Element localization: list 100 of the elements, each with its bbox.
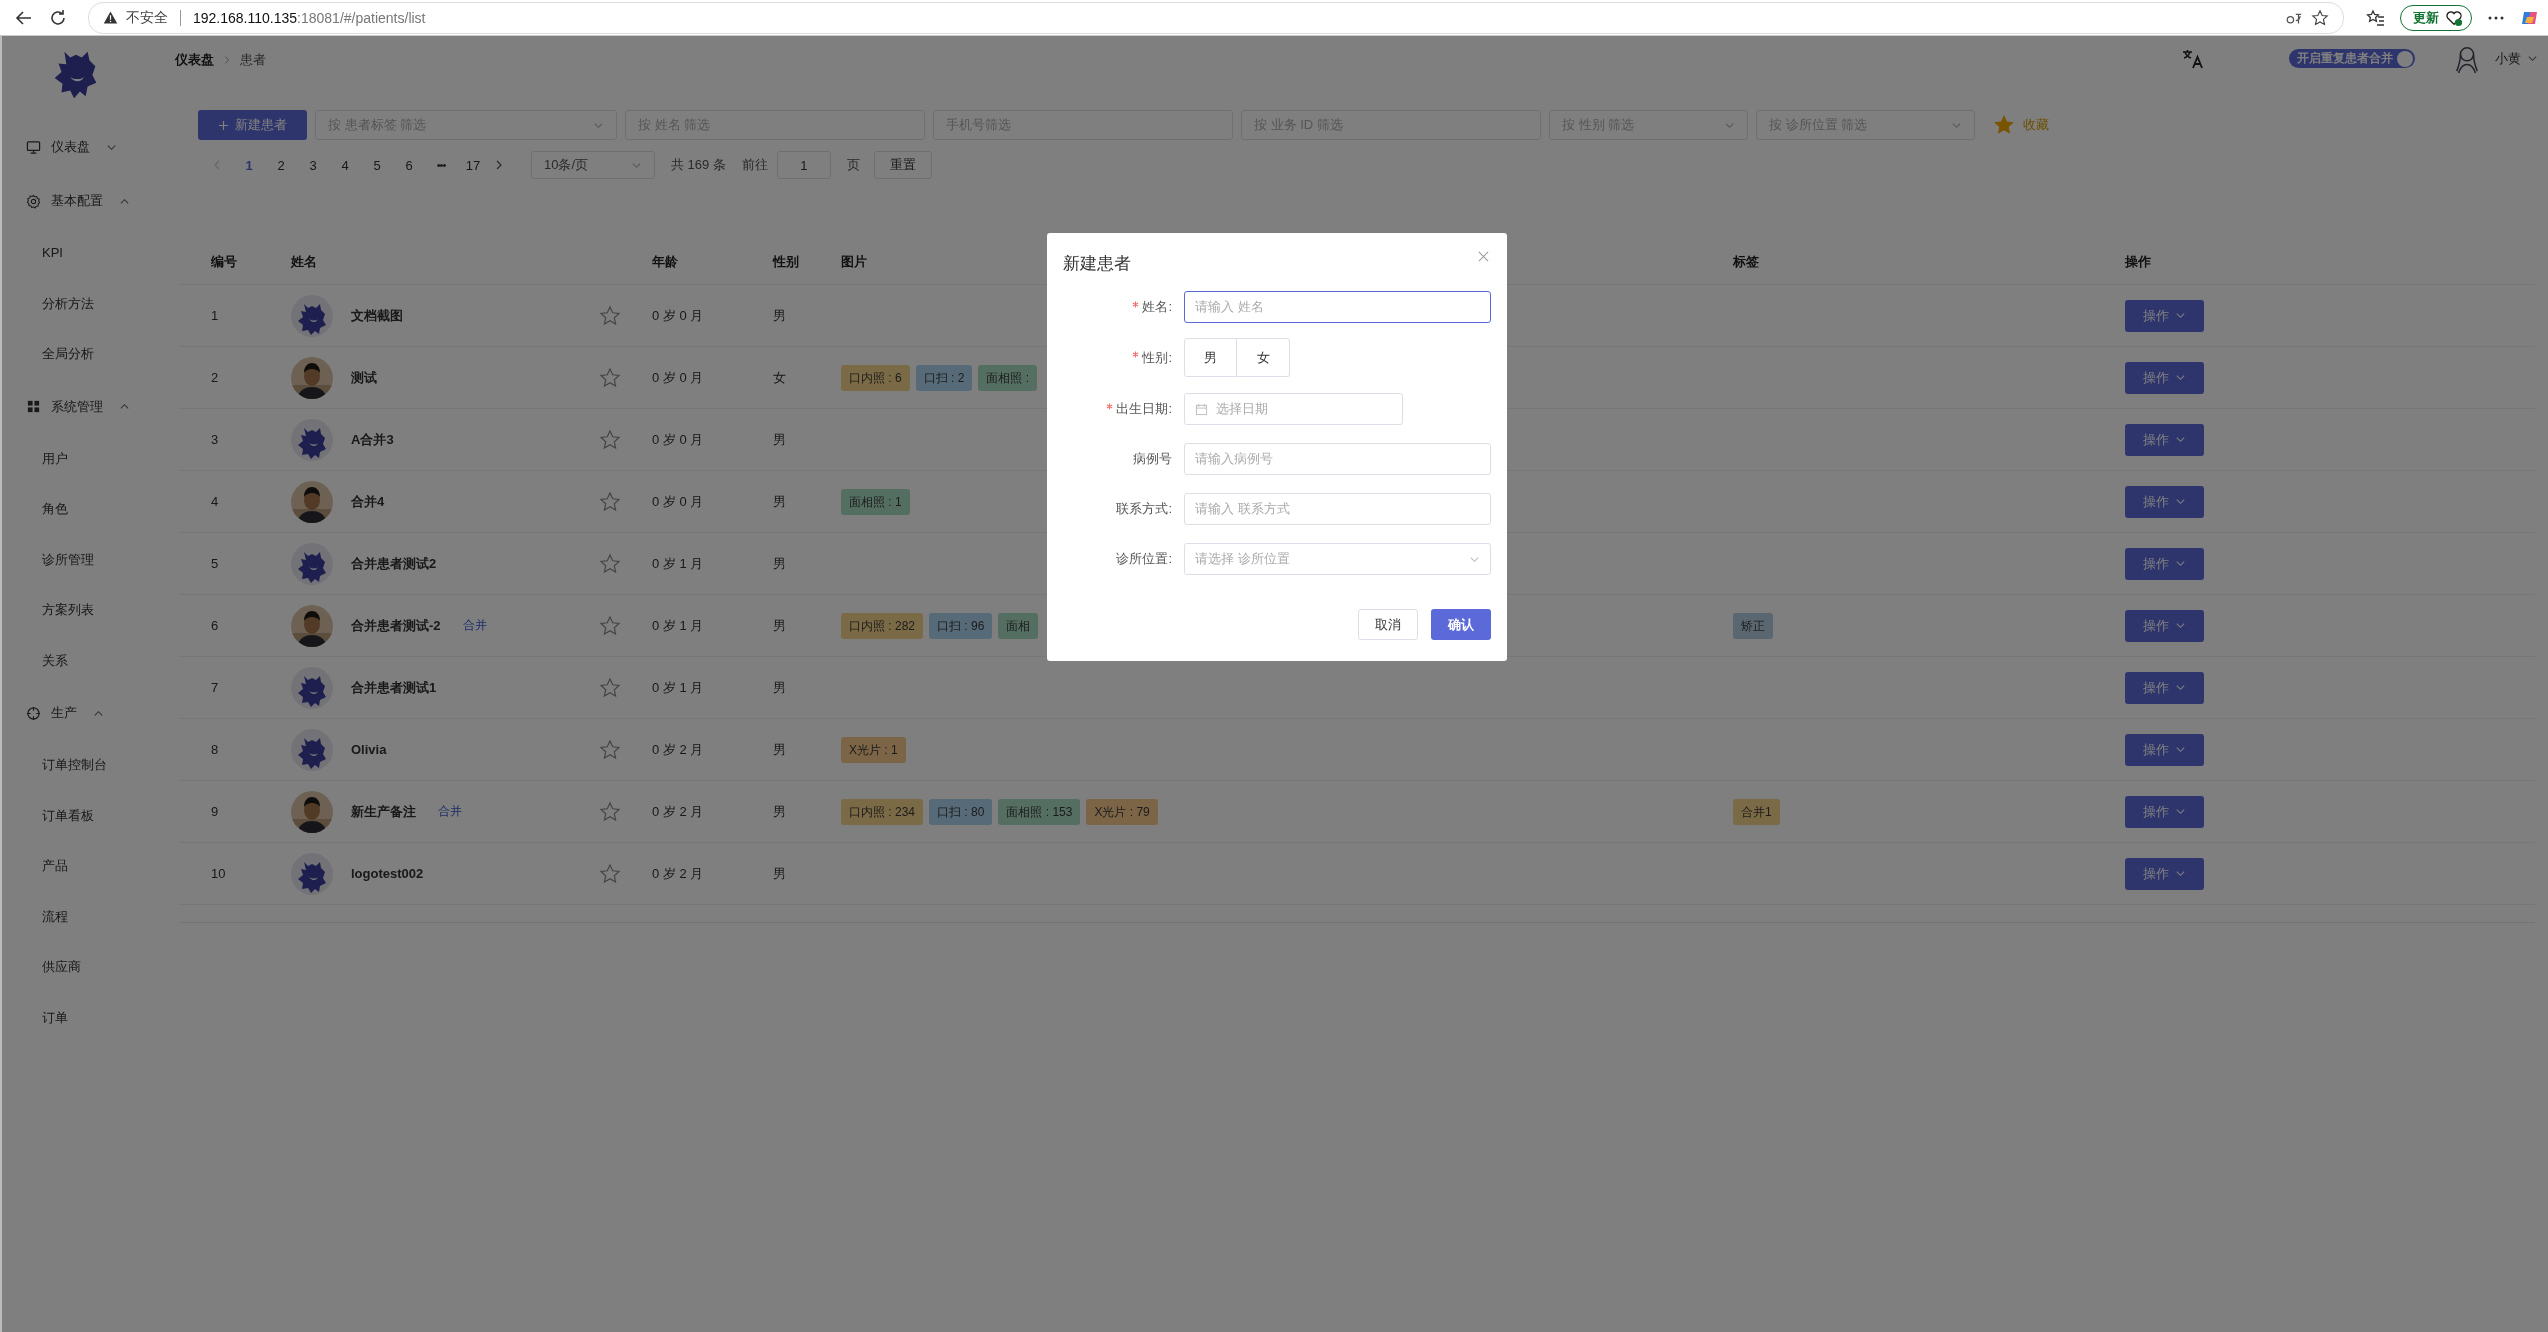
image-count-tag[interactable]: 口内照 : 6 (841, 364, 910, 391)
image-count-tag[interactable]: 面相 (998, 612, 1039, 639)
menu-group[interactable]: 仪表盘 (2, 120, 175, 174)
merge-link[interactable]: 合并 (438, 803, 462, 820)
user-name[interactable]: 小黄 (2495, 49, 2521, 68)
gender-option[interactable]: 男 (1184, 338, 1237, 377)
action-button[interactable]: 操作 (2125, 671, 2204, 704)
star-icon[interactable] (599, 738, 621, 761)
page-number[interactable]: 4 (329, 157, 361, 173)
image-count-tag[interactable]: 口扫 : 2 (915, 364, 973, 391)
image-count-tag[interactable]: 口扫 : 96 (929, 612, 993, 639)
star-icon[interactable] (599, 676, 621, 699)
menu-item[interactable]: 流程 (2, 891, 78, 942)
menu-item[interactable]: 方案列表 (2, 585, 104, 636)
input-field[interactable]: 请输入病例号 (1184, 443, 1491, 475)
favorites-icon[interactable] (2366, 7, 2386, 28)
star-icon[interactable] (599, 800, 621, 823)
page-number-field[interactable]: 1 (776, 151, 831, 179)
breadcrumb-link[interactable]: 仪表盘 (175, 50, 214, 69)
menu-group[interactable]: 系统管理 (2, 379, 175, 434)
select-field[interactable]: 请选择 诊所位置 (1184, 543, 1491, 575)
patient-name[interactable]: logotest002 (351, 866, 424, 881)
field-label: 性别: (1142, 348, 1172, 367)
menu-item[interactable]: 产品 (2, 841, 78, 892)
confirm-button[interactable]: 确认 (1431, 609, 1491, 640)
menu-item[interactable]: 订单看板 (2, 790, 104, 841)
star-icon[interactable] (599, 428, 621, 451)
image-count-tag[interactable]: X光片 : 1 (841, 736, 906, 763)
gender-option[interactable]: 女 (1237, 338, 1290, 377)
page-number[interactable]: 2 (265, 157, 297, 173)
merge-toggle-switch[interactable]: 开启重复患者合并 (2289, 49, 2415, 68)
date-field[interactable]: 选择日期 (1184, 393, 1403, 425)
action-button[interactable]: 操作 (2125, 795, 2204, 828)
chevron-down-icon[interactable] (2527, 53, 2538, 64)
menu-item[interactable]: 供应商 (2, 942, 91, 993)
page-ellipsis[interactable]: ••• (425, 159, 457, 171)
menu-item[interactable]: 分析方法 (2, 278, 104, 329)
menu-item[interactable]: 诊所管理 (2, 534, 104, 585)
menu-item[interactable]: 用户 (2, 433, 78, 484)
patient-name[interactable]: 合并4 (351, 492, 385, 511)
menu-item[interactable]: 全局分析 (2, 329, 104, 380)
update-button[interactable]: 更新 (2400, 4, 2472, 31)
action-button[interactable]: 操作 (2125, 733, 2204, 766)
menu-item[interactable]: 关系 (2, 635, 78, 686)
patient-name[interactable]: 合并患者测试-2 (351, 616, 441, 635)
cancel-button[interactable]: 取消 (1358, 609, 1418, 640)
logo-avatar-icon (291, 852, 333, 895)
image-count-tag[interactable]: 口内照 : 234 (841, 798, 924, 825)
star-icon[interactable] (599, 366, 621, 389)
chevron-down-icon (2175, 806, 2186, 817)
reload-icon[interactable] (48, 7, 68, 28)
page-number[interactable]: 5 (361, 157, 393, 173)
patient-name[interactable]: A合并3 (351, 430, 394, 449)
action-button[interactable]: 操作 (2125, 857, 2204, 890)
input-field[interactable]: 请输入 联系方式 (1184, 493, 1491, 525)
input-field[interactable]: 请输入 姓名 (1184, 291, 1491, 323)
star-icon[interactable] (2311, 8, 2329, 27)
patient-name[interactable]: 合并患者测试2 (351, 554, 437, 573)
patient-name[interactable]: Olivia (351, 742, 387, 757)
menu-item[interactable]: KPI (2, 228, 73, 279)
image-count-tag[interactable]: 面相照 : (978, 364, 1038, 391)
new-patient-button[interactable]: 新建患者 (198, 110, 307, 140)
action-button[interactable]: 操作 (2125, 299, 2204, 332)
action-button[interactable]: 操作 (2125, 485, 2204, 518)
star-icon[interactable] (599, 490, 621, 513)
star-icon[interactable] (599, 304, 621, 327)
menu-item[interactable]: 角色 (2, 484, 78, 535)
image-count-tag[interactable]: 口内照 : 282 (841, 612, 924, 639)
patient-name[interactable]: 测试 (351, 368, 377, 387)
star-icon[interactable] (599, 614, 621, 637)
image-count-tag[interactable]: 面相照 : 1 (841, 488, 910, 515)
patient-name[interactable]: 合并患者测试1 (351, 678, 437, 697)
column-header: 操作 (2125, 252, 2151, 271)
image-count-tag[interactable]: 面相照 : 153 (998, 798, 1081, 825)
action-button[interactable]: 操作 (2125, 547, 2204, 580)
close-icon[interactable] (1478, 250, 1489, 262)
image-count-tag[interactable]: X光片 : 79 (1086, 798, 1158, 825)
action-button[interactable]: 操作 (2125, 609, 2204, 642)
menu-item[interactable]: 订单 (2, 992, 78, 1043)
star-icon[interactable] (599, 862, 621, 885)
page-size-select[interactable]: 10条/页 (531, 151, 655, 179)
action-button[interactable]: 操作 (2125, 423, 2204, 456)
star-icon[interactable] (1993, 114, 2015, 136)
address-bar[interactable]: 不安全 192.168.110.135:18081/#/patients/list (88, 1, 2344, 34)
reset-button[interactable]: 重置 (873, 151, 932, 179)
action-button[interactable]: 操作 (2125, 361, 2204, 394)
patient-name[interactable]: 文档截图 (351, 306, 403, 325)
menu-group[interactable]: 基本配置 (2, 174, 175, 228)
heart-icon (2445, 8, 2463, 27)
merge-link[interactable]: 合并 (462, 617, 487, 634)
page-number[interactable]: 3 (297, 157, 329, 173)
page-number[interactable]: 1 (233, 157, 265, 173)
star-icon[interactable] (599, 552, 621, 575)
logo-avatar-icon (291, 418, 333, 461)
patient-name[interactable]: 新生产备注 (351, 802, 416, 821)
menu-item[interactable]: 订单控制台 (2, 740, 117, 791)
page-number[interactable]: 17 (457, 157, 489, 173)
menu-group[interactable]: 生产 (2, 686, 175, 740)
page-number[interactable]: 6 (393, 157, 425, 173)
image-count-tag[interactable]: 口扫 : 80 (929, 798, 993, 825)
